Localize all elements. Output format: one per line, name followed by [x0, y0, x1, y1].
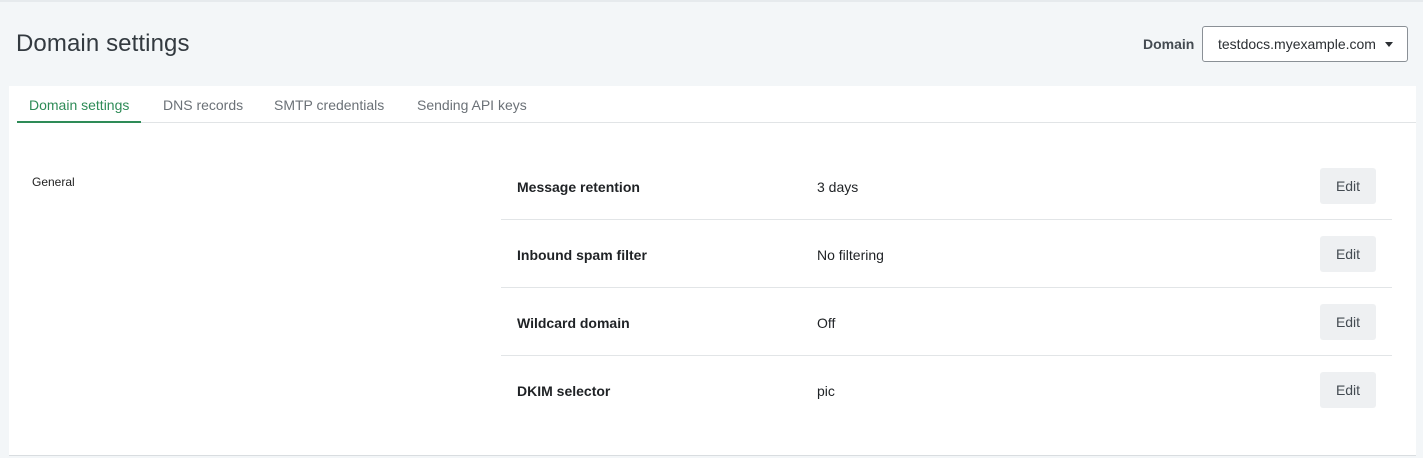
settings-list: Message retention 3 days Edit Inbound sp… [501, 152, 1392, 424]
setting-label: DKIM selector [517, 383, 611, 399]
setting-row-dkim-selector: DKIM selector pic Edit [501, 356, 1392, 424]
page-title: Domain settings [16, 30, 190, 57]
domain-label: Domain [1143, 36, 1195, 52]
settings-panel: Domain settings DNS records SMTP credent… [9, 86, 1416, 456]
tab-smtp-credentials[interactable]: SMTP credentials [274, 86, 384, 123]
edit-dkim-selector-button[interactable]: Edit [1320, 372, 1376, 408]
tab-domain-settings[interactable]: Domain settings [17, 86, 142, 123]
domain-select[interactable]: testdocs.myexample.com [1202, 26, 1408, 62]
tab-bar: Domain settings DNS records SMTP credent… [17, 86, 1416, 123]
setting-row-wildcard-domain: Wildcard domain Off Edit [501, 288, 1392, 356]
setting-label: Message retention [517, 179, 640, 195]
caret-down-icon [1385, 42, 1393, 47]
setting-row-inbound-spam-filter: Inbound spam filter No filtering Edit [501, 220, 1392, 288]
setting-value: 3 days [817, 179, 859, 195]
section-label-general: General [32, 175, 75, 189]
setting-row-message-retention: Message retention 3 days Edit [501, 152, 1392, 220]
tab-dns-records[interactable]: DNS records [163, 86, 243, 123]
domain-select-value: testdocs.myexample.com [1218, 36, 1376, 52]
setting-value: Off [817, 315, 836, 331]
edit-inbound-spam-filter-button[interactable]: Edit [1320, 236, 1376, 272]
edit-message-retention-button[interactable]: Edit [1320, 168, 1376, 204]
setting-value: No filtering [817, 247, 884, 263]
setting-value: pic [817, 383, 835, 399]
tab-sending-api-keys[interactable]: Sending API keys [417, 86, 527, 123]
setting-label: Wildcard domain [517, 315, 630, 331]
setting-label: Inbound spam filter [517, 247, 647, 263]
edit-wildcard-domain-button[interactable]: Edit [1320, 304, 1376, 340]
page-header: Domain settings Domain testdocs.myexampl… [0, 2, 1423, 86]
